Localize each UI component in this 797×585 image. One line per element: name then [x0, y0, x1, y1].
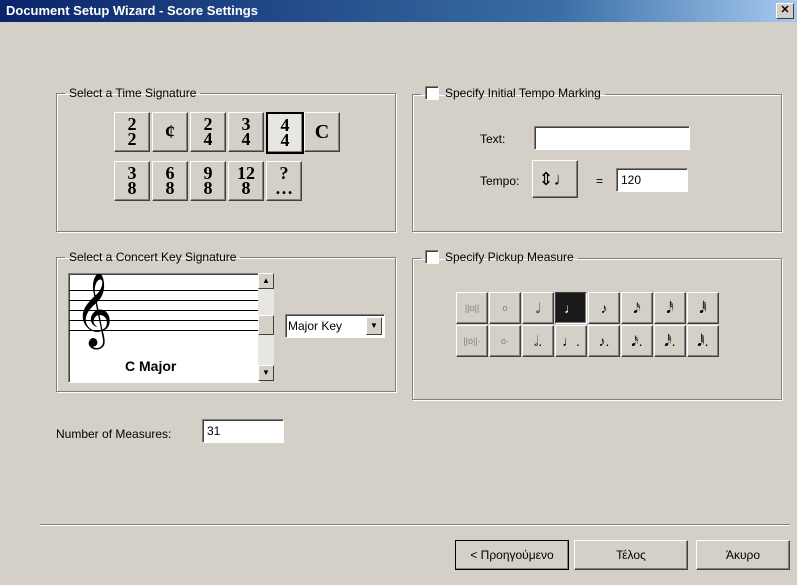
- time-signature-symbol: C: [314, 120, 330, 143]
- window-title: Document Setup Wizard - Score Settings: [6, 3, 258, 18]
- time-signature-denominator: 4: [241, 129, 251, 149]
- time-signature-denominator: 8: [165, 178, 175, 198]
- time-signature-button[interactable]: 24: [190, 112, 226, 152]
- tempo-value-input[interactable]: 120: [616, 168, 688, 192]
- pickup-duration-button[interactable]: 𝅘𝅥𝅯.: [621, 325, 653, 357]
- tempo-label: Tempo:: [480, 174, 520, 188]
- tempo-checkbox[interactable]: [425, 86, 439, 100]
- pickup-duration-button[interactable]: ♪: [588, 292, 620, 324]
- measures-input[interactable]: 31: [202, 419, 284, 443]
- pickup-duration-button[interactable]: ♩: [555, 292, 587, 324]
- close-button[interactable]: ✕: [776, 3, 794, 19]
- back-button[interactable]: < Προηγούμενο: [454, 539, 570, 571]
- pickup-checkbox[interactable]: [425, 250, 439, 264]
- time-signature-legend: Select a Time Signature: [69, 86, 197, 100]
- pickup-duration-button[interactable]: o·: [489, 325, 521, 357]
- dropdown-arrow-icon[interactable]: ▼: [366, 317, 382, 335]
- tempo-legend: Specify Initial Tempo Marking: [421, 86, 605, 103]
- pickup-duration-button[interactable]: 𝅗𝅥.: [522, 325, 554, 357]
- pickup-duration-button[interactable]: o: [489, 292, 521, 324]
- tempo-text-label: Text:: [480, 132, 506, 146]
- footer-separator: [40, 524, 790, 526]
- pickup-duration-button[interactable]: 𝅘𝅥𝅯: [621, 292, 653, 324]
- time-signature-button[interactable]: ?…: [266, 161, 302, 201]
- time-signature-denominator: 2: [127, 129, 137, 149]
- key-mode-value: Major Key: [288, 319, 343, 333]
- pickup-duration-button[interactable]: 𝅘𝅥𝅱: [687, 292, 719, 324]
- cancel-button[interactable]: Άκυρο: [696, 540, 790, 570]
- key-name-label: C Major: [125, 358, 177, 374]
- pickup-duration-button[interactable]: ♩.: [555, 325, 587, 357]
- pickup-duration-button[interactable]: 𝅗𝅥: [522, 292, 554, 324]
- tempo-group: Specify Initial Tempo Marking: [412, 86, 782, 232]
- scroll-down-icon[interactable]: ▼: [258, 365, 274, 381]
- pickup-duration-button[interactable]: 𝅘𝅥𝅱.: [687, 325, 719, 357]
- tempo-note-button[interactable]: ⇕♩: [532, 160, 578, 198]
- key-signature-preview[interactable]: 𝄞 C Major: [68, 273, 260, 383]
- scroll-thumb[interactable]: [258, 315, 274, 335]
- pickup-duration-button[interactable]: ♪.: [588, 325, 620, 357]
- time-signature-button[interactable]: 22: [114, 112, 150, 152]
- time-signature-denominator: …: [275, 178, 293, 198]
- scroll-up-icon[interactable]: ▲: [258, 273, 274, 289]
- key-signature-legend: Select a Concert Key Signature: [69, 250, 237, 264]
- pickup-legend: Specify Pickup Measure: [421, 250, 578, 267]
- pickup-duration-button[interactable]: ||o||·: [456, 325, 488, 357]
- tempo-text-input[interactable]: [534, 126, 690, 150]
- time-signature-button[interactable]: 98: [190, 161, 226, 201]
- time-signature-button[interactable]: 68: [152, 161, 188, 201]
- time-signature-button[interactable]: ¢: [152, 112, 188, 152]
- pickup-legend-label: Specify Pickup Measure: [445, 250, 574, 264]
- measures-label: Number of Measures:: [56, 427, 172, 441]
- time-signature-symbol: ¢: [165, 120, 175, 143]
- key-scrollbar[interactable]: ▲ ▼: [258, 273, 274, 381]
- pickup-duration-button[interactable]: 𝅘𝅥𝅰.: [654, 325, 686, 357]
- time-signature-denominator: 8: [127, 178, 137, 198]
- finish-button[interactable]: Τέλος: [574, 540, 688, 570]
- time-signature-denominator: 8: [241, 178, 251, 198]
- time-signature-button[interactable]: 38: [114, 161, 150, 201]
- treble-clef-icon: 𝄞: [75, 273, 113, 347]
- time-signature-button[interactable]: 44: [266, 112, 304, 154]
- equals-sign: =: [596, 174, 604, 188]
- time-signature-button[interactable]: 34: [228, 112, 264, 152]
- time-signature-denominator: 4: [280, 130, 290, 150]
- time-signature-denominator: 4: [203, 129, 213, 149]
- pickup-duration-button[interactable]: ||o||: [456, 292, 488, 324]
- key-mode-select[interactable]: Major Key ▼: [285, 314, 385, 338]
- time-signature-denominator: 8: [203, 178, 213, 198]
- time-signature-group: Select a Time Signature: [56, 86, 396, 232]
- time-signature-button[interactable]: 12 8: [228, 161, 264, 201]
- tempo-legend-label: Specify Initial Tempo Marking: [445, 86, 601, 100]
- title-bar: Document Setup Wizard - Score Settings ✕: [0, 0, 797, 22]
- time-signature-button[interactable]: C: [304, 112, 340, 152]
- pickup-duration-button[interactable]: 𝅘𝅥𝅰: [654, 292, 686, 324]
